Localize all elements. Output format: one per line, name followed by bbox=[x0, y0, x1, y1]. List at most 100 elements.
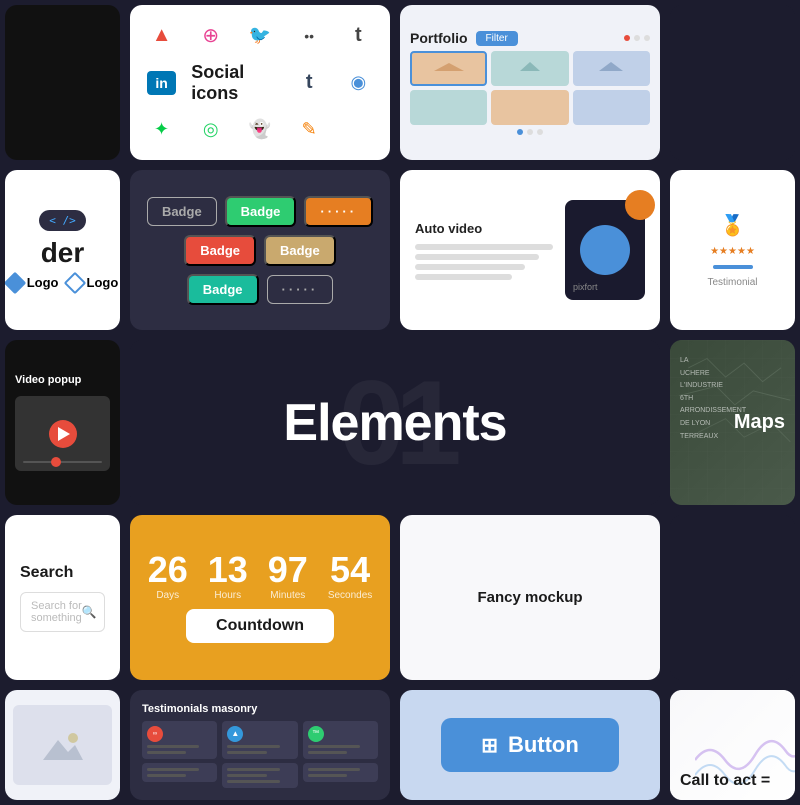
countdown-card: 26 Days 13 Hours 97 Minutes 54 Secondes … bbox=[130, 515, 390, 680]
call-to-act-card: Call to act = bbox=[670, 690, 795, 800]
video-popup-card: Video popup bbox=[5, 340, 120, 505]
search-input-display[interactable]: Search for something 🔍 bbox=[20, 592, 105, 632]
badge-teal[interactable]: Badge bbox=[187, 274, 259, 305]
button-icon: ⊞ bbox=[481, 733, 498, 758]
social-icon-arch: ▲ bbox=[146, 20, 178, 52]
search-icon: 🔍 bbox=[82, 605, 97, 619]
auto-video-card: Auto video pixfort bbox=[400, 170, 660, 330]
countdown-hours: 13 Hours bbox=[208, 552, 248, 601]
testimonial-label: Testimonial bbox=[707, 277, 757, 288]
search-card: Search Search for something 🔍 bbox=[5, 515, 120, 680]
maps-label: Maps bbox=[734, 411, 785, 434]
masonry-icon-red: ∞ bbox=[147, 726, 163, 742]
testimonial-card: 🏅 ★★★★★ Testimonial bbox=[670, 170, 795, 330]
auto-video-line bbox=[415, 264, 525, 270]
social-linkedin: in bbox=[147, 71, 175, 95]
portfolio-item[interactable] bbox=[573, 90, 650, 125]
elements-content: 01 Elements bbox=[283, 340, 506, 505]
countdown-title-button[interactable]: Countdown bbox=[186, 609, 334, 643]
social-icons-card: ▲ ⊕ 🐦 •• t in Social icons t ◉ ✦ ◎ 👻 ✎ bbox=[130, 5, 390, 160]
social-icon-tumblr: t bbox=[293, 67, 325, 99]
testimonials-masonry-card: Testimonials masonry ∞ ▲ bbox=[130, 690, 390, 800]
portfolio-item[interactable] bbox=[410, 90, 487, 125]
fancy-mockup-label: Fancy mockup bbox=[477, 589, 582, 606]
main-grid: ▲ ⊕ 🐦 •• t in Social icons t ◉ ✦ ◎ 👻 ✎ P… bbox=[0, 0, 800, 805]
testimonial-stars: ★★★★★ bbox=[710, 246, 755, 257]
social-icon-chrome: ◉ bbox=[342, 67, 374, 99]
portfolio-grid bbox=[410, 51, 650, 125]
countdown-days: 26 Days bbox=[148, 552, 188, 601]
testimonials-masonry-title: Testimonials masonry bbox=[142, 703, 257, 715]
portfolio-item[interactable] bbox=[491, 90, 568, 125]
masonry-line-short bbox=[227, 751, 266, 754]
masonry-line bbox=[147, 768, 199, 771]
play-icon bbox=[58, 427, 70, 441]
masonry-line bbox=[308, 745, 360, 748]
landscape-icon bbox=[43, 730, 83, 760]
auto-video-lines bbox=[415, 244, 553, 280]
maps-content: LA UCHERE L'INDUSTRIE 6TH ARRONDISSEMENT… bbox=[670, 340, 795, 505]
masonry-card: ▲ bbox=[222, 721, 297, 759]
social-icon-dribbble: ⊕ bbox=[195, 20, 227, 52]
masonry-line-short bbox=[147, 751, 186, 754]
social-icon-snapchat: 👻 bbox=[244, 114, 276, 146]
countdown-minutes: 97 Minutes bbox=[268, 552, 308, 601]
video-circle-blue bbox=[580, 225, 630, 275]
logo-items: Logo Logo bbox=[7, 275, 119, 291]
masonry-line-short bbox=[308, 751, 347, 754]
countdown-numbers: 26 Days 13 Hours 97 Minutes 54 Secondes bbox=[148, 552, 373, 601]
maps-card: LA UCHERE L'INDUSTRIE 6TH ARRONDISSEMENT… bbox=[670, 340, 795, 505]
masonry-line bbox=[227, 780, 279, 783]
masonry-line bbox=[227, 768, 279, 771]
empty-dark-top bbox=[670, 5, 795, 160]
auto-video-line bbox=[415, 244, 553, 250]
masonry-line bbox=[227, 745, 279, 748]
portfolio-item[interactable] bbox=[491, 51, 568, 86]
badge-green[interactable]: Badge bbox=[225, 196, 297, 227]
badge-outline-white[interactable]: ····· bbox=[267, 275, 334, 304]
social-icon-t: t bbox=[342, 20, 374, 52]
masonry-line-short bbox=[147, 774, 186, 777]
play-button[interactable] bbox=[49, 420, 77, 448]
social-icons-title: Social icons bbox=[191, 62, 279, 104]
video-progress-indicator bbox=[51, 457, 61, 467]
masonry-card bbox=[222, 763, 297, 788]
button-label: Button bbox=[508, 732, 579, 758]
call-to-act-content: Call to act = bbox=[670, 690, 795, 800]
fancy-mockup-card: Fancy mockup bbox=[400, 515, 660, 680]
masonry-line-short bbox=[227, 774, 266, 777]
logo-der-text: der bbox=[41, 237, 85, 269]
portfolio-item[interactable] bbox=[573, 51, 650, 86]
auto-video-right: pixfort bbox=[565, 200, 645, 300]
badge-outline-gray[interactable]: Badge bbox=[147, 197, 217, 226]
logo-item-1: Logo bbox=[7, 275, 59, 291]
badge-tan[interactable]: Badge bbox=[264, 235, 336, 266]
search-placeholder: Search for something bbox=[31, 600, 82, 624]
masonry-card bbox=[142, 763, 217, 782]
masonry-line bbox=[308, 768, 360, 771]
badges-card: Badge Badge ····· Badge Badge Badge ····… bbox=[130, 170, 390, 330]
button-card: ⊞ Button bbox=[400, 690, 660, 800]
auto-video-line bbox=[415, 274, 512, 280]
code-icon: < /> bbox=[49, 214, 76, 227]
masonry-col-2: ▲ bbox=[222, 721, 297, 788]
empty-dark-mid bbox=[670, 515, 795, 680]
elements-title: Elements bbox=[283, 393, 506, 453]
masonry-col-3: ™ bbox=[303, 721, 378, 788]
badge-red[interactable]: Badge bbox=[184, 235, 256, 266]
image-placeholder bbox=[13, 705, 112, 785]
main-button[interactable]: ⊞ Button bbox=[441, 718, 619, 772]
portfolio-filter-btn[interactable]: Filter bbox=[476, 31, 518, 46]
masonry-col-1: ∞ bbox=[142, 721, 217, 788]
testimonial-icon: 🏅 bbox=[720, 213, 745, 238]
video-popup-player[interactable] bbox=[15, 396, 110, 471]
social-icon-blogger: ✎ bbox=[293, 114, 325, 146]
countdown-seconds: 54 Secondes bbox=[328, 552, 372, 601]
portfolio-header: Portfolio Filter bbox=[410, 30, 650, 46]
social-icon-dots: •• bbox=[293, 20, 325, 52]
logo-item-2: Logo bbox=[67, 275, 119, 291]
badge-orange-dots[interactable]: ····· bbox=[304, 196, 373, 227]
portfolio-item[interactable] bbox=[410, 51, 487, 86]
video-progress-bar bbox=[23, 461, 102, 463]
elements-center-card: 01 Elements bbox=[130, 340, 660, 505]
